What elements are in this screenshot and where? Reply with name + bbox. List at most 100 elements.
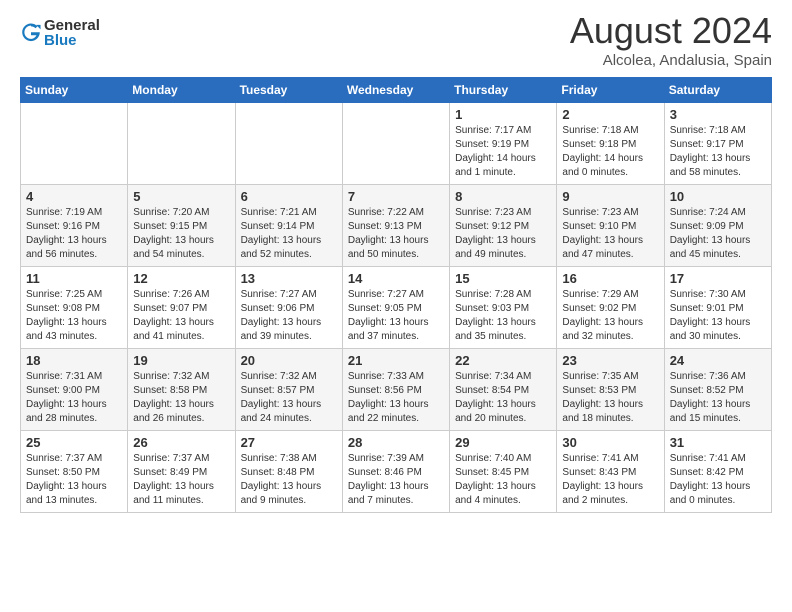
day-info: Sunrise: 7:17 AM Sunset: 9:19 PM Dayligh… — [455, 124, 551, 180]
day-number: 11 — [26, 271, 122, 286]
calendar-cell: 4Sunrise: 7:19 AM Sunset: 9:16 PM Daylig… — [21, 185, 128, 267]
calendar-week-row: 25 Sunrise: 7:37 AM Sunset: 8:50 PM Dayli… — [21, 431, 772, 513]
calendar-cell: 12 Sunrise: 7:26 AM Sunset: 9:07 PM Dayli… — [128, 267, 235, 349]
logo-general-text: General — [44, 18, 100, 33]
calendar-cell: 3 Sunrise: 7:18 AM Sunset: 9:17 PM Daylig… — [664, 103, 771, 185]
day-number: 29 — [455, 435, 551, 450]
day-number: 21 — [348, 353, 444, 368]
day-number: 12 — [133, 271, 229, 286]
day-number: 23 — [562, 353, 658, 368]
day-info: Sunrise: 7:31 AM Sunset: 9:00 PM Dayligh… — [26, 370, 122, 426]
day-info: Sunrise: 7:25 AM Sunset: 9:08 PM Dayligh… — [26, 288, 122, 344]
day-info: Sunrise: 7:23 AM Sunset: 9:10 PM Dayligh… — [562, 206, 658, 262]
calendar-cell: 1 Sunrise: 7:17 AM Sunset: 9:19 PM Daylig… — [450, 103, 557, 185]
calendar-week-row: 18 Sunrise: 7:31 AM Sunset: 9:00 PM Dayli… — [21, 349, 772, 431]
calendar-cell: 2Sunrise: 7:18 AM Sunset: 9:18 PM Daylig… — [557, 103, 664, 185]
day-number: 5 — [133, 189, 229, 204]
calendar-cell: 21 Sunrise: 7:33 AM Sunset: 8:56 PM Dayli… — [342, 349, 449, 431]
day-number: 25 — [26, 435, 122, 450]
calendar-cell: 20Sunrise: 7:32 AM Sunset: 8:57 PM Dayli… — [235, 349, 342, 431]
main-title: August 2024 — [570, 10, 772, 52]
col-friday: Friday — [557, 78, 664, 103]
day-number: 9 — [562, 189, 658, 204]
day-number: 3 — [670, 107, 766, 122]
calendar-header-row: Sunday Monday Tuesday Wednesday Thursday… — [21, 78, 772, 103]
day-number: 1 — [455, 107, 551, 122]
day-info: Sunrise: 7:37 AM Sunset: 8:49 PM Dayligh… — [133, 452, 229, 508]
day-number: 19 — [133, 353, 229, 368]
calendar-cell: 13 Sunrise: 7:27 AM Sunset: 9:06 PM Dayli… — [235, 267, 342, 349]
calendar-cell — [235, 103, 342, 185]
day-number: 13 — [241, 271, 337, 286]
col-tuesday: Tuesday — [235, 78, 342, 103]
day-info: Sunrise: 7:18 AM Sunset: 9:18 PM Dayligh… — [562, 124, 658, 180]
calendar-cell: 30 Sunrise: 7:41 AM Sunset: 8:43 PM Dayli… — [557, 431, 664, 513]
day-info: Sunrise: 7:27 AM Sunset: 9:05 PM Dayligh… — [348, 288, 444, 344]
calendar-cell: 9 Sunrise: 7:23 AM Sunset: 9:10 PM Daylig… — [557, 185, 664, 267]
day-number: 26 — [133, 435, 229, 450]
day-info: Sunrise: 7:40 AM Sunset: 8:45 PM Dayligh… — [455, 452, 551, 508]
calendar-cell: 19 Sunrise: 7:32 AM Sunset: 8:58 PM Dayli… — [128, 349, 235, 431]
day-number: 6 — [241, 189, 337, 204]
calendar-cell: 7Sunrise: 7:22 AM Sunset: 9:13 PM Daylig… — [342, 185, 449, 267]
day-info: Sunrise: 7:29 AM Sunset: 9:02 PM Dayligh… — [562, 288, 658, 344]
calendar-cell: 16 Sunrise: 7:29 AM Sunset: 9:02 PM Dayli… — [557, 267, 664, 349]
title-section: August 2024 Alcolea, Andalusia, Spain — [570, 10, 772, 69]
day-number: 17 — [670, 271, 766, 286]
day-info: Sunrise: 7:35 AM Sunset: 8:53 PM Dayligh… — [562, 370, 658, 426]
day-info: Sunrise: 7:33 AM Sunset: 8:56 PM Dayligh… — [348, 370, 444, 426]
calendar-cell: 25 Sunrise: 7:37 AM Sunset: 8:50 PM Dayli… — [21, 431, 128, 513]
logo-blue-text: Blue — [44, 33, 100, 48]
day-info: Sunrise: 7:18 AM Sunset: 9:17 PM Dayligh… — [670, 124, 766, 180]
col-thursday: Thursday — [450, 78, 557, 103]
calendar-cell: 17 Sunrise: 7:30 AM Sunset: 9:01 PM Dayli… — [664, 267, 771, 349]
calendar-cell: 5Sunrise: 7:20 AM Sunset: 9:15 PM Daylig… — [128, 185, 235, 267]
day-info: Sunrise: 7:37 AM Sunset: 8:50 PM Dayligh… — [26, 452, 122, 508]
day-info: Sunrise: 7:36 AM Sunset: 8:52 PM Dayligh… — [670, 370, 766, 426]
day-number: 10 — [670, 189, 766, 204]
day-info: Sunrise: 7:28 AM Sunset: 9:03 PM Dayligh… — [455, 288, 551, 344]
day-info: Sunrise: 7:41 AM Sunset: 8:43 PM Dayligh… — [562, 452, 658, 508]
calendar-cell: 11 Sunrise: 7:25 AM Sunset: 9:08 PM Dayli… — [21, 267, 128, 349]
day-info: Sunrise: 7:27 AM Sunset: 9:06 PM Dayligh… — [241, 288, 337, 344]
day-info: Sunrise: 7:22 AM Sunset: 9:13 PM Dayligh… — [348, 206, 444, 262]
day-info: Sunrise: 7:21 AM Sunset: 9:14 PM Dayligh… — [241, 206, 337, 262]
day-info: Sunrise: 7:34 AM Sunset: 8:54 PM Dayligh… — [455, 370, 551, 426]
calendar-cell: 26 Sunrise: 7:37 AM Sunset: 8:49 PM Dayli… — [128, 431, 235, 513]
day-info: Sunrise: 7:32 AM Sunset: 8:57 PM Dayligh… — [241, 370, 337, 426]
calendar-cell: 28Sunrise: 7:39 AM Sunset: 8:46 PM Dayli… — [342, 431, 449, 513]
day-number: 28 — [348, 435, 444, 450]
calendar-week-row: 4Sunrise: 7:19 AM Sunset: 9:16 PM Daylig… — [21, 185, 772, 267]
header-section: General Blue August 2024 Alcolea, Andalu… — [20, 10, 772, 69]
calendar-cell: 23 Sunrise: 7:35 AM Sunset: 8:53 PM Dayli… — [557, 349, 664, 431]
calendar-cell: 18 Sunrise: 7:31 AM Sunset: 9:00 PM Dayli… — [21, 349, 128, 431]
calendar-cell — [128, 103, 235, 185]
calendar-cell: 29 Sunrise: 7:40 AM Sunset: 8:45 PM Dayli… — [450, 431, 557, 513]
calendar-cell: 14Sunrise: 7:27 AM Sunset: 9:05 PM Dayli… — [342, 267, 449, 349]
col-monday: Monday — [128, 78, 235, 103]
day-number: 16 — [562, 271, 658, 286]
day-number: 8 — [455, 189, 551, 204]
calendar-cell — [21, 103, 128, 185]
calendar-cell: 6 Sunrise: 7:21 AM Sunset: 9:14 PM Daylig… — [235, 185, 342, 267]
day-info: Sunrise: 7:38 AM Sunset: 8:48 PM Dayligh… — [241, 452, 337, 508]
day-info: Sunrise: 7:19 AM Sunset: 9:16 PM Dayligh… — [26, 206, 122, 262]
col-wednesday: Wednesday — [342, 78, 449, 103]
calendar-cell: 27Sunrise: 7:38 AM Sunset: 8:48 PM Dayli… — [235, 431, 342, 513]
calendar-cell: 31 Sunrise: 7:41 AM Sunset: 8:42 PM Dayli… — [664, 431, 771, 513]
day-number: 18 — [26, 353, 122, 368]
day-info: Sunrise: 7:26 AM Sunset: 9:07 PM Dayligh… — [133, 288, 229, 344]
day-number: 22 — [455, 353, 551, 368]
day-number: 31 — [670, 435, 766, 450]
day-info: Sunrise: 7:41 AM Sunset: 8:42 PM Dayligh… — [670, 452, 766, 508]
day-info: Sunrise: 7:23 AM Sunset: 9:12 PM Dayligh… — [455, 206, 551, 262]
day-info: Sunrise: 7:30 AM Sunset: 9:01 PM Dayligh… — [670, 288, 766, 344]
calendar-cell: 15 Sunrise: 7:28 AM Sunset: 9:03 PM Dayli… — [450, 267, 557, 349]
day-number: 30 — [562, 435, 658, 450]
day-info: Sunrise: 7:32 AM Sunset: 8:58 PM Dayligh… — [133, 370, 229, 426]
calendar-week-row: 11 Sunrise: 7:25 AM Sunset: 9:08 PM Dayli… — [21, 267, 772, 349]
calendar: Sunday Monday Tuesday Wednesday Thursday… — [20, 77, 772, 513]
day-number: 15 — [455, 271, 551, 286]
col-saturday: Saturday — [664, 78, 771, 103]
day-info: Sunrise: 7:24 AM Sunset: 9:09 PM Dayligh… — [670, 206, 766, 262]
